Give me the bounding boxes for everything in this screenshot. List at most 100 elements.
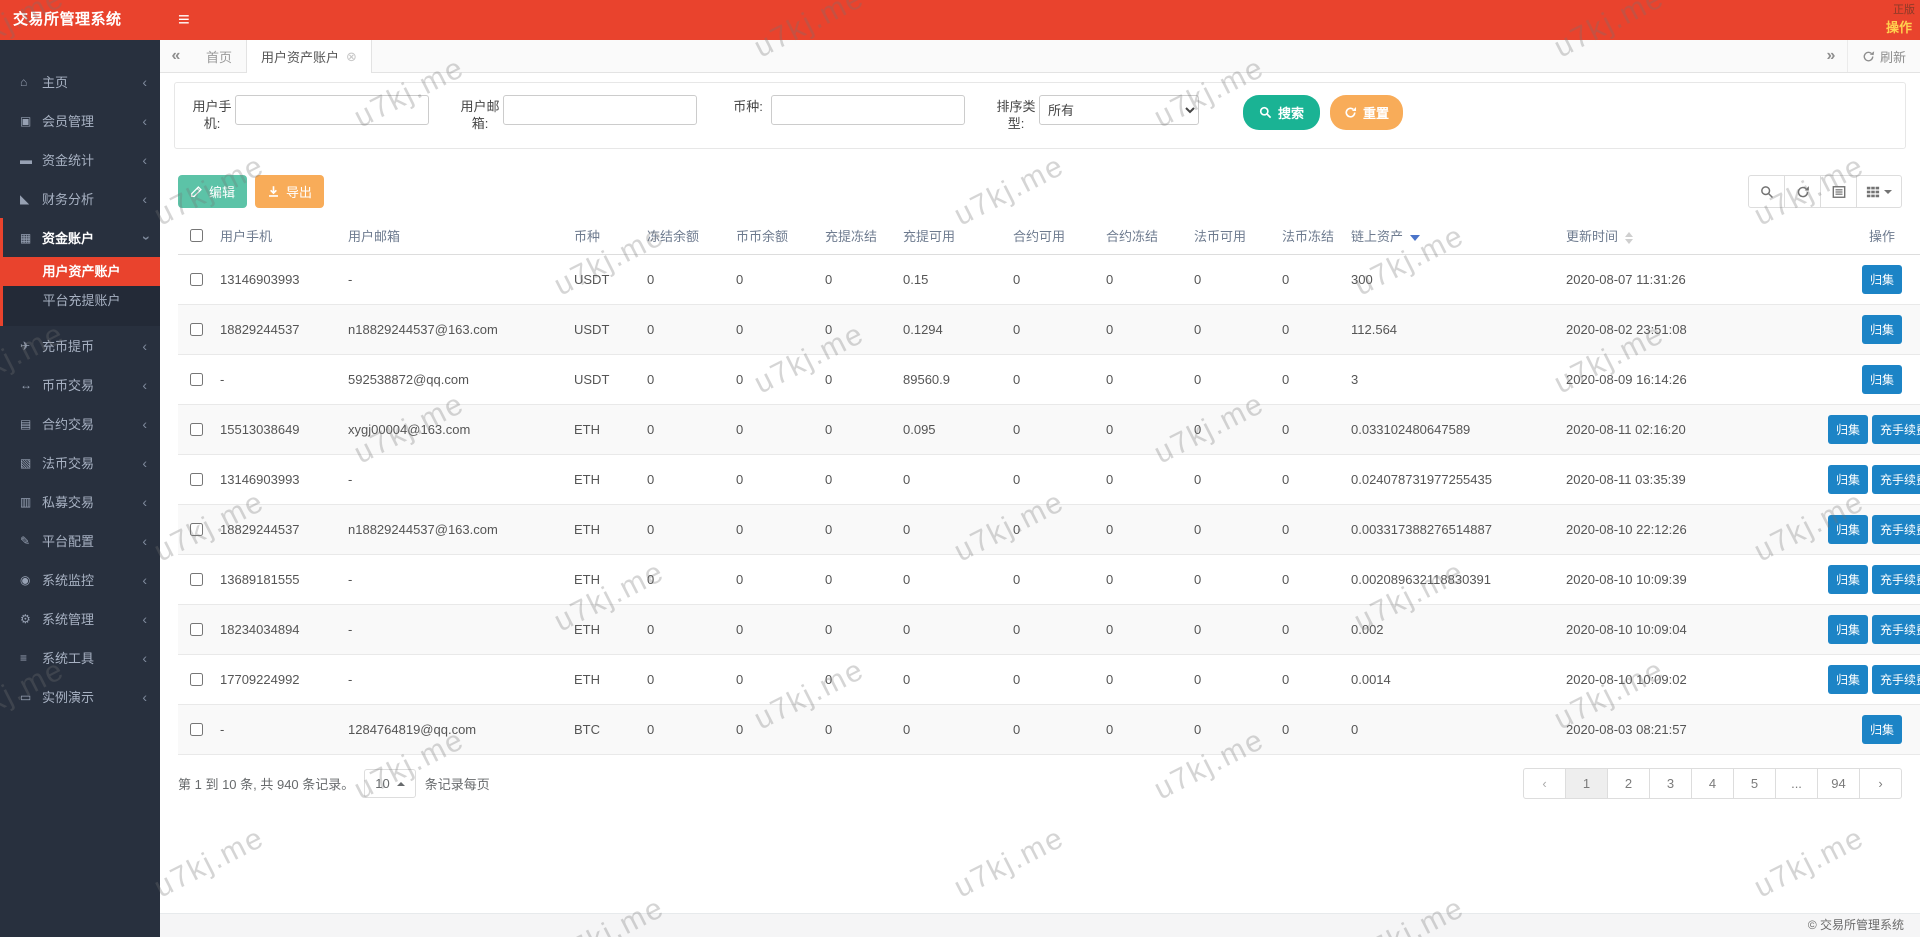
row-checkbox[interactable]: [190, 673, 203, 686]
row-checkbox[interactable]: [190, 423, 203, 436]
collect-button[interactable]: 归集: [1862, 265, 1902, 294]
columns-dropdown-button[interactable]: [1856, 175, 1902, 208]
phone-input[interactable]: [235, 95, 429, 125]
sidebar-item-spot-trade[interactable]: ↔币币交易‹: [0, 365, 160, 404]
charge-fee-button[interactable]: 充手续费: [1872, 565, 1920, 594]
select-all-checkbox[interactable]: [190, 229, 203, 242]
charge-fee-button[interactable]: 充手续费: [1872, 515, 1920, 544]
sidebar-item-demo[interactable]: ▭实例演示‹: [0, 677, 160, 716]
table-cell: 112.564: [1345, 305, 1560, 355]
row-select-cell: [178, 455, 214, 505]
page-button-4[interactable]: 4: [1691, 768, 1734, 799]
sidebar-item-members[interactable]: ▣会员管理‹: [0, 101, 160, 140]
collect-button[interactable]: 归集: [1828, 565, 1868, 594]
charge-fee-button[interactable]: 充手续费: [1872, 665, 1920, 694]
coin-input[interactable]: [771, 95, 965, 125]
table-cell: 0.0014: [1345, 655, 1560, 705]
collect-button[interactable]: 归集: [1828, 665, 1868, 694]
sidebar-item-system-manage[interactable]: ⚙系统管理‹: [0, 599, 160, 638]
funds-stats-icon: ▬: [20, 153, 42, 167]
private-trade-icon: ▥: [20, 495, 42, 509]
row-checkbox[interactable]: [190, 273, 203, 286]
edit-button[interactable]: 编辑: [178, 175, 247, 208]
row-checkbox[interactable]: [190, 373, 203, 386]
corner-action-link[interactable]: 操作: [1886, 17, 1912, 36]
collect-button[interactable]: 归集: [1828, 615, 1868, 644]
hamburger-icon[interactable]: ≡: [178, 0, 190, 40]
topbar: ≡ 正版 操作: [160, 0, 1920, 40]
table-row: 18829244537n18829244537@163.comETH000000…: [178, 505, 1920, 555]
email-input[interactable]: [503, 95, 697, 125]
charge-fee-button[interactable]: 充手续费: [1872, 415, 1920, 444]
collect-button[interactable]: 归集: [1828, 415, 1868, 444]
reset-label: 重置: [1363, 103, 1389, 122]
sidebar-item-home[interactable]: ⌂主页‹: [0, 62, 160, 101]
sidebar-item-finance-analysis[interactable]: ◣财务分析‹: [0, 179, 160, 218]
collect-button[interactable]: 归集: [1862, 315, 1902, 344]
table-cell: 13146903993: [214, 455, 342, 505]
charge-fee-button[interactable]: 充手续费: [1872, 615, 1920, 644]
row-checkbox[interactable]: [190, 623, 203, 636]
table-cell: 0: [1188, 505, 1276, 555]
page-button-1[interactable]: 1: [1565, 768, 1608, 799]
sidebar-item-funds-stats[interactable]: ▬资金统计‹: [0, 140, 160, 179]
sidebar-item-deposit-withdraw[interactable]: ✈充币提币‹: [0, 326, 160, 365]
column-header-label: 法币可用: [1194, 229, 1246, 244]
table-cell: 0: [1100, 505, 1188, 555]
table-row: -592538872@qq.comUSDT00089560.9000032020…: [178, 355, 1920, 405]
row-checkbox[interactable]: [190, 523, 203, 536]
sort-desc-icon[interactable]: [1410, 235, 1420, 241]
search-button[interactable]: 搜索: [1243, 95, 1320, 130]
sidebar-item-label: 法币交易: [42, 453, 142, 472]
tabs-scroll-right-icon[interactable]: »: [1815, 40, 1847, 72]
page-button-3[interactable]: 3: [1649, 768, 1692, 799]
refresh-label: 刷新: [1880, 47, 1906, 66]
fiat-trade-icon: ▧: [20, 456, 42, 470]
column-header[interactable]: 更新时间: [1560, 217, 1807, 255]
row-checkbox[interactable]: [190, 723, 203, 736]
row-checkbox[interactable]: [190, 473, 203, 486]
row-checkbox[interactable]: [190, 323, 203, 336]
sort-type-select[interactable]: 所有: [1039, 95, 1199, 125]
charge-fee-button[interactable]: 充手续费: [1872, 465, 1920, 494]
page-button-2[interactable]: 2: [1607, 768, 1650, 799]
refresh-tab-button[interactable]: 刷新: [1847, 40, 1920, 72]
sidebar-item-private-trade[interactable]: ▥私募交易‹: [0, 482, 160, 521]
collect-button[interactable]: 归集: [1862, 715, 1902, 744]
page-prev-button[interactable]: ‹: [1523, 768, 1566, 799]
table-cell: 0: [1188, 455, 1276, 505]
sidebar-item-fiat-trade[interactable]: ▧法币交易‹: [0, 443, 160, 482]
platform-config-icon: ✎: [20, 534, 42, 548]
sort-icon[interactable]: [1625, 232, 1633, 244]
sidebar-nav: ⌂主页‹▣会员管理‹▬资金统计‹◣财务分析‹▦资金账户‹用户资产账户平台充提账户…: [0, 40, 160, 716]
sidebar-item-platform-config[interactable]: ✎平台配置‹: [0, 521, 160, 560]
row-checkbox[interactable]: [190, 573, 203, 586]
collect-button[interactable]: 归集: [1828, 515, 1868, 544]
reset-button[interactable]: 重置: [1330, 95, 1403, 130]
sidebar-item-label: 财务分析: [42, 189, 142, 208]
sidebar-subitem-platform-recharge-account[interactable]: 平台充提账户: [3, 286, 160, 315]
table-search-button[interactable]: [1748, 175, 1785, 208]
table-cell: USDT: [568, 255, 641, 305]
column-header[interactable]: 链上资产: [1345, 217, 1560, 255]
page-next-button[interactable]: ›: [1859, 768, 1902, 799]
close-icon[interactable]: ⊗: [346, 49, 357, 65]
tab-user-asset-account[interactable]: 用户资产账户 ⊗: [246, 40, 372, 73]
table-cell: 0: [1100, 605, 1188, 655]
page-button-5[interactable]: 5: [1733, 768, 1776, 799]
page-button-94[interactable]: 94: [1817, 768, 1860, 799]
page-size-dropdown[interactable]: 10: [364, 769, 415, 798]
tab-home[interactable]: 首页: [192, 40, 246, 72]
accounts-table-wrap: 用户手机用户邮箱币种冻结余额币币余额充提冻结充提可用合约可用合约冻结法币可用法币…: [178, 217, 1902, 755]
sidebar-item-contract-trade[interactable]: ▤合约交易‹: [0, 404, 160, 443]
export-button[interactable]: 导出: [255, 175, 324, 208]
collect-button[interactable]: 归集: [1862, 365, 1902, 394]
toggle-view-button[interactable]: [1820, 175, 1857, 208]
sidebar-subitem-user-asset-account[interactable]: 用户资产账户: [3, 257, 160, 286]
sidebar-item-system-tools[interactable]: ≡系统工具‹: [0, 638, 160, 677]
collect-button[interactable]: 归集: [1828, 465, 1868, 494]
tabs-scroll-left-icon[interactable]: «: [160, 40, 192, 72]
sidebar-item-funds-accounts[interactable]: ▦资金账户‹: [0, 218, 160, 257]
sidebar-item-system-monitor[interactable]: ◉系统监控‹: [0, 560, 160, 599]
table-refresh-button[interactable]: [1784, 175, 1821, 208]
